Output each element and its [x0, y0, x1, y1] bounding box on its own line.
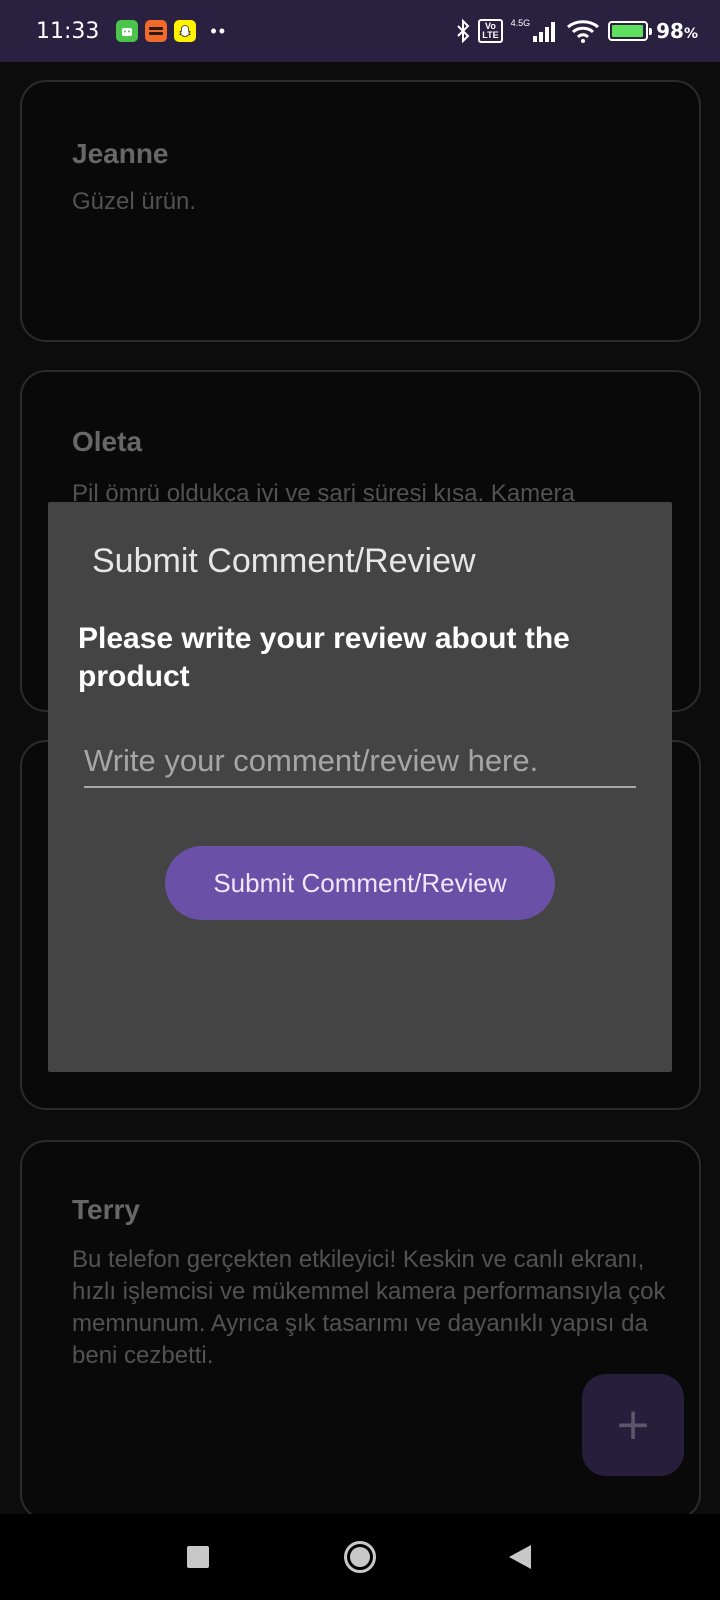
battery-level — [612, 25, 644, 37]
battery-percent: 98% — [656, 19, 698, 43]
signal-icon — [533, 22, 556, 42]
status-bar: 11:33 •• Vo LTE 4.5G 98% — [0, 0, 720, 62]
submit-review-dialog: Submit Comment/Review Please write your … — [48, 502, 672, 1072]
more-notifications-icon: •• — [210, 20, 228, 41]
home-button[interactable] — [320, 1514, 400, 1600]
shopping-app-icon — [145, 20, 168, 42]
snapchat-icon — [174, 20, 197, 42]
network-type: 4.5G — [510, 18, 531, 28]
comment-input[interactable] — [84, 736, 636, 788]
dialog-prompt: Please write your review about the produ… — [78, 622, 570, 693]
status-time: 11:33 — [36, 18, 100, 44]
submit-review-button[interactable]: Submit Comment/Review — [165, 846, 555, 920]
battery-icon — [608, 21, 653, 41]
recents-icon — [187, 1546, 209, 1568]
dialog-title: Submit Comment/Review — [92, 542, 476, 580]
back-icon — [509, 1545, 531, 1569]
android-app-icon — [116, 20, 139, 42]
volte-icon: Vo LTE — [478, 19, 503, 43]
home-icon — [344, 1541, 376, 1573]
recents-button[interactable] — [158, 1514, 238, 1600]
wifi-icon — [567, 20, 600, 43]
status-indicators: Vo LTE 4.5G 98% — [456, 18, 698, 44]
back-button[interactable] — [480, 1514, 560, 1600]
navigation-bar — [0, 1514, 720, 1600]
bluetooth-icon — [457, 19, 470, 43]
